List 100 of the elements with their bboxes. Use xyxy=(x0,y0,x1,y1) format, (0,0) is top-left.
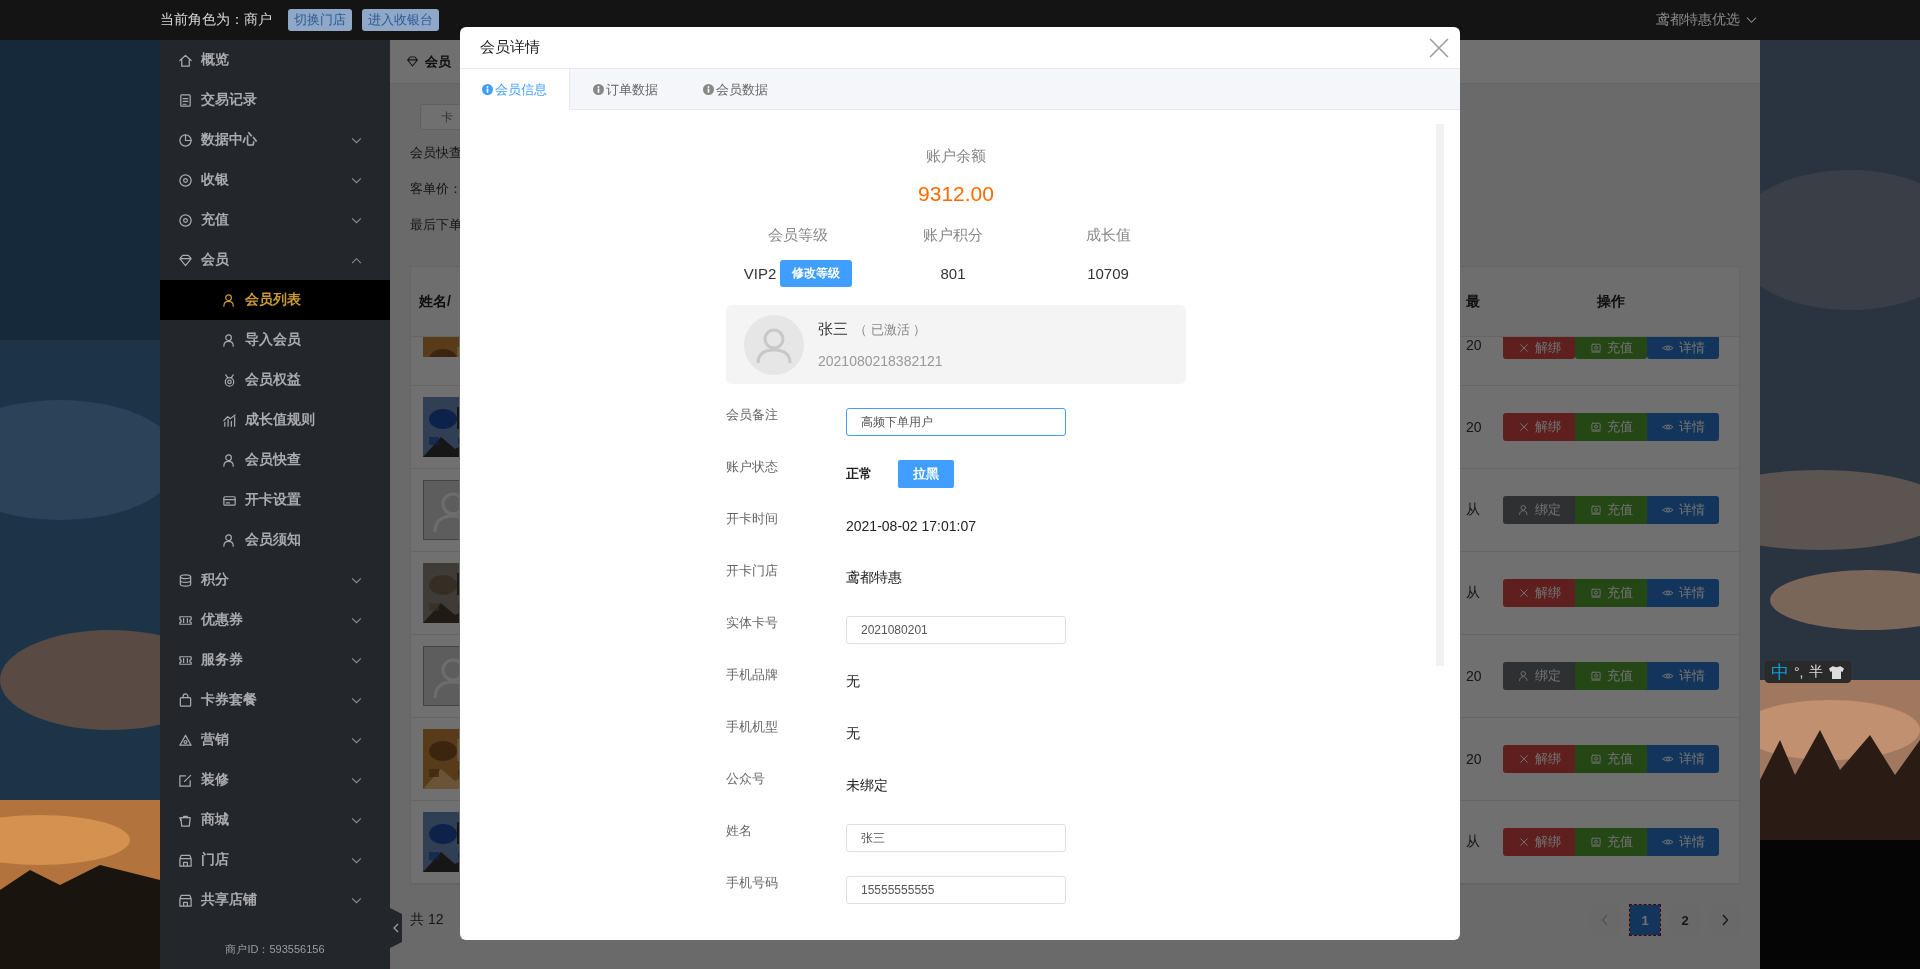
sidebar-item[interactable]: 充值 xyxy=(160,200,390,240)
tab[interactable]: 订单数据 xyxy=(570,69,680,110)
person-icon xyxy=(222,292,237,308)
home-icon xyxy=(178,52,193,68)
store-menu[interactable]: 鸢都特惠优选 xyxy=(1656,11,1757,29)
money-icon xyxy=(1589,342,1602,354)
edit-icon xyxy=(178,772,193,788)
eye-icon xyxy=(1661,342,1674,354)
member-name: 张三 xyxy=(818,320,848,339)
eye-icon xyxy=(1661,836,1674,848)
close-icon xyxy=(1517,421,1530,433)
table-cell: 从 xyxy=(1466,584,1480,602)
sidebar-item[interactable]: 卡券套餐 xyxy=(160,680,390,720)
field-value: 正常 xyxy=(846,465,872,483)
merchant-id: 商户ID：593556156 xyxy=(224,941,326,957)
stat-label: 账户积分 xyxy=(923,226,983,245)
sidebar-item[interactable]: 装修 xyxy=(160,760,390,800)
person-icon xyxy=(1517,670,1530,682)
eye-icon xyxy=(1661,670,1674,682)
field-value: 鸢都特惠 xyxy=(846,569,902,587)
field-label: 姓名 xyxy=(726,822,753,840)
stat-label: 会员等级 xyxy=(768,226,828,245)
eye-icon xyxy=(1661,753,1674,765)
stat-value: VIP2 xyxy=(743,265,777,282)
document-icon xyxy=(178,92,193,108)
sidebar-subitem[interactable]: 会员列表 xyxy=(160,280,390,320)
info-icon xyxy=(702,84,714,95)
coin-icon xyxy=(178,212,193,228)
sidebar-item[interactable]: 会员 xyxy=(160,240,390,280)
table-cell: 20 xyxy=(1466,668,1482,684)
sidebar-subitem[interactable]: 成长值规则 xyxy=(160,400,390,440)
sidebar-subitem[interactable]: 会员快查 xyxy=(160,440,390,480)
field-label: 手机机型 xyxy=(726,718,779,736)
input-field[interactable]: 张三 xyxy=(846,824,1066,852)
money-icon xyxy=(1589,670,1602,682)
field-value: 未绑定 xyxy=(846,777,888,795)
sidebar-item[interactable]: 概览 xyxy=(160,40,390,80)
collapse-handle[interactable] xyxy=(390,908,402,948)
column-header: 姓名/ xyxy=(418,292,452,311)
store-icon xyxy=(178,892,193,908)
eye-icon xyxy=(1661,587,1674,599)
sidebar-subitem[interactable]: 会员须知 xyxy=(160,520,390,560)
field-value: 无 xyxy=(846,725,860,743)
table-cell: 从 xyxy=(1466,501,1480,519)
field-label: 手机号码 xyxy=(726,874,779,892)
bag-icon xyxy=(178,692,193,708)
sidebar-item[interactable]: 收银 xyxy=(160,160,390,200)
table-cell: 从 xyxy=(1466,833,1480,851)
column-header: 最 xyxy=(1466,292,1481,311)
database-icon xyxy=(178,572,193,588)
sidebar-subitem[interactable]: 导入会员 xyxy=(160,320,390,360)
person-icon xyxy=(222,332,237,348)
chart-icon xyxy=(222,412,237,428)
sidebar-item[interactable]: 服务券 xyxy=(160,640,390,680)
field-label: 手机品牌 xyxy=(726,666,779,684)
ime-toolbar[interactable]: 中 °, 半 xyxy=(1765,661,1851,683)
sidebar-item[interactable]: 积分 xyxy=(160,560,390,600)
field-label: 实体卡号 xyxy=(726,614,779,632)
store-icon xyxy=(178,852,193,868)
shirt-icon xyxy=(1827,664,1845,680)
money-icon xyxy=(1589,836,1602,848)
sidebar-item[interactable]: 交易记录 xyxy=(160,80,390,120)
ime-punctuation: °, xyxy=(1794,664,1804,680)
field-label: 会员备注 xyxy=(726,406,779,424)
dialog-title: 会员详情 xyxy=(480,38,541,57)
tab[interactable]: 会员数据 xyxy=(680,69,790,110)
triangle-icon xyxy=(178,732,193,748)
sidebar-item[interactable]: 优惠券 xyxy=(160,600,390,640)
sidebar-item[interactable]: 共享店铺 xyxy=(160,880,390,920)
field-label: 开卡门店 xyxy=(726,562,779,580)
table-cell: 20 xyxy=(1466,337,1482,353)
header-button[interactable]: 进入收银台 xyxy=(362,9,439,31)
input-field[interactable]: 15555555555 xyxy=(846,876,1066,904)
sidebar-item[interactable]: 营销 xyxy=(160,720,390,760)
coin-icon xyxy=(178,172,193,188)
close-icon xyxy=(1517,836,1530,848)
sidebar-item[interactable]: 商城 xyxy=(160,800,390,840)
chevron-icon xyxy=(1746,16,1757,24)
close-icon[interactable] xyxy=(1428,36,1450,59)
balance-label: 账户余额 xyxy=(925,146,987,166)
pie-chart-icon xyxy=(178,132,193,148)
money-icon xyxy=(1589,421,1602,433)
person-icon xyxy=(222,452,237,468)
gem-icon xyxy=(406,55,419,68)
table-cell: 20 xyxy=(1466,751,1482,767)
sidebar-subitem[interactable]: 开卡设置 xyxy=(160,480,390,520)
sidebar-item[interactable]: 数据中心 xyxy=(160,120,390,160)
field-value: 无 xyxy=(846,673,860,691)
table-cell: 20 xyxy=(1466,419,1482,435)
eye-icon xyxy=(1661,504,1674,516)
input-field[interactable]: 高频下单用户 xyxy=(846,408,1066,436)
sidebar-item[interactable]: 门店 xyxy=(160,840,390,880)
quick-lookup-label: 会员快查 xyxy=(410,144,462,162)
info-icon xyxy=(592,84,604,95)
breadcrumb: 会员 xyxy=(425,52,451,71)
field-label: 账户状态 xyxy=(726,458,779,476)
header-button[interactable]: 切换门店 xyxy=(288,9,352,31)
sidebar-subitem[interactable]: 会员权益 xyxy=(160,360,390,400)
total-count: 共 12 xyxy=(410,911,444,929)
input-field[interactable]: 2021080201 xyxy=(846,616,1066,644)
